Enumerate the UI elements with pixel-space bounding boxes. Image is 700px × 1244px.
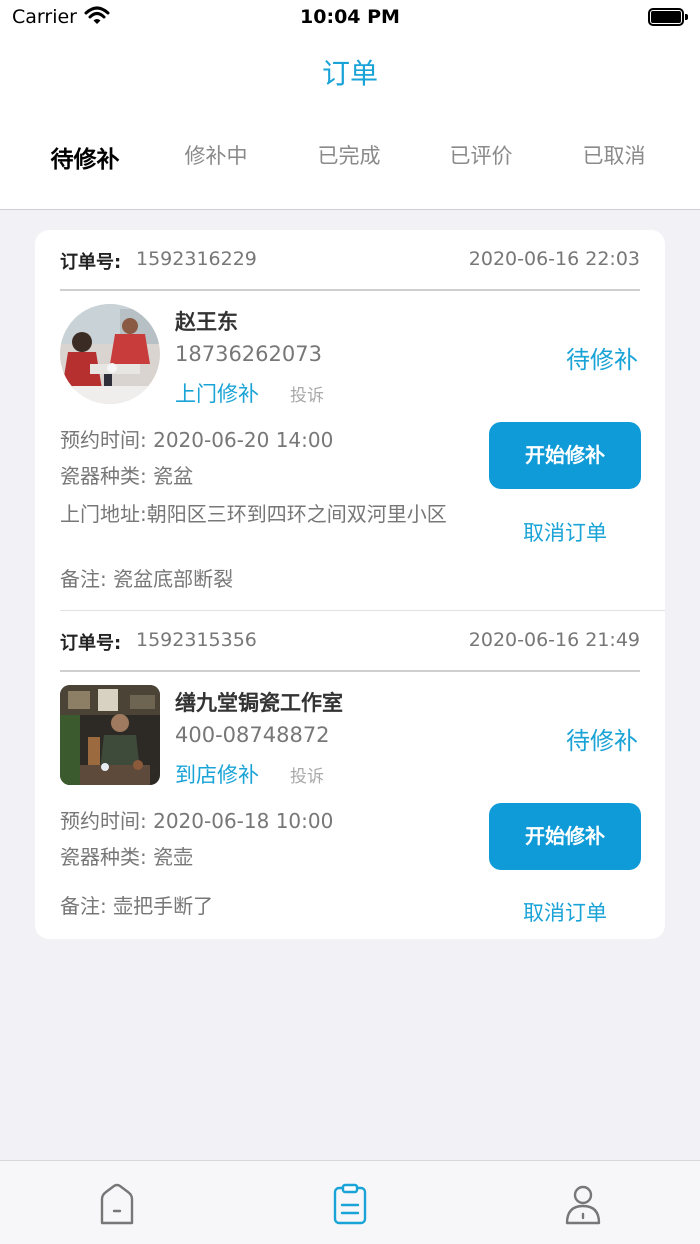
customer-name: 赵王东 [175, 310, 238, 334]
order-no: 1592315356 [136, 629, 257, 651]
appointment-value: 2020-06-20 14:00 [153, 428, 334, 452]
home-icon[interactable] [97, 1183, 137, 1225]
status-bar: Carrier 10:04 PM [0, 0, 700, 36]
shop-name: 缮九堂锔瓷工作室 [175, 691, 343, 715]
appointment-label: 预约时间: [60, 809, 147, 833]
cancel-order-button[interactable]: 取消订单 [489, 897, 641, 927]
order-list-card: 订单号: 1592316229 2020-06-16 22:03 赵王东 187… [35, 230, 665, 939]
tab-reviewed[interactable]: 已评价 [421, 140, 541, 170]
note-row: 备注: 瓷盆底部断裂 [60, 563, 233, 592]
porcelain-type-row: 瓷器种类: 瓷壶 [60, 841, 193, 870]
battery-icon [648, 8, 688, 26]
customer-phone[interactable]: 18736262073 [175, 342, 322, 366]
note-label: 备注: [60, 567, 107, 591]
order-item: 订单号: 1592316229 2020-06-16 22:03 赵王东 187… [35, 230, 665, 610]
order-status: 待修补 [566, 727, 638, 755]
service-type: 上门修补 [175, 382, 259, 406]
start-repair-button[interactable]: 开始修补 [489, 803, 641, 870]
complain-link[interactable]: 投诉 [290, 762, 324, 787]
order-item: 订单号: 1592315356 2020-06-16 21:49 缮九堂锔瓷工作… [35, 611, 665, 939]
shop-avatar [60, 685, 160, 785]
order-created-time: 2020-06-16 21:49 [468, 629, 640, 651]
divider [60, 289, 640, 291]
tab-cancelled[interactable]: 已取消 [554, 140, 674, 170]
order-header: 订单号: 1592316229 2020-06-16 22:03 [60, 248, 640, 278]
order-header: 订单号: 1592315356 2020-06-16 21:49 [60, 629, 640, 659]
order-no-label: 订单号: [60, 633, 122, 654]
address-label: 上门地址: [60, 502, 147, 526]
appointment-label: 预约时间: [60, 428, 147, 452]
orders-icon[interactable] [330, 1183, 370, 1225]
top-header: Carrier 10:04 PM 订单 待修补 修补中 已完成 已评价 已取消 [0, 0, 700, 210]
porcelain-type-value: 瓷盆 [153, 464, 194, 488]
address-value: 朝阳区三环到四环之间双河里小区 [146, 502, 447, 526]
order-status: 待修补 [566, 346, 638, 374]
appointment-row: 预约时间: 2020-06-18 10:00 [60, 805, 333, 834]
customer-avatar [60, 304, 160, 404]
tab-completed[interactable]: 已完成 [289, 140, 409, 170]
note-value: 瓷盆底部断裂 [113, 567, 234, 591]
order-no: 1592316229 [136, 248, 257, 270]
order-no-label: 订单号: [60, 252, 122, 273]
porcelain-type-row: 瓷器种类: 瓷盆 [60, 460, 193, 489]
appointment-value: 2020-06-18 10:00 [153, 809, 334, 833]
bottom-tab-bar [0, 1160, 700, 1244]
complain-link[interactable]: 投诉 [290, 381, 324, 406]
divider [60, 670, 640, 672]
shop-phone[interactable]: 400-08748872 [175, 723, 330, 747]
page-title: 订单 [321, 57, 378, 90]
profile-icon[interactable] [563, 1183, 603, 1225]
cancel-order-button[interactable]: 取消订单 [489, 517, 641, 547]
order-tabs: 待修补 修补中 已完成 已评价 已取消 [0, 140, 700, 180]
appointment-row: 预约时间: 2020-06-20 14:00 [60, 424, 333, 453]
note-value: 壶把手断了 [113, 894, 214, 918]
order-created-time: 2020-06-16 22:03 [468, 248, 640, 270]
porcelain-type-value: 瓷壶 [153, 845, 194, 869]
note-row: 备注: 壶把手断了 [60, 890, 213, 919]
service-type: 到店修补 [175, 763, 259, 787]
address-row: 上门地址:朝阳区三环到四环之间双河里小区 [60, 502, 460, 526]
clock: 10:04 PM [300, 6, 400, 28]
start-repair-button[interactable]: 开始修补 [489, 422, 641, 489]
tab-pending[interactable]: 待修补 [25, 140, 145, 174]
tab-repairing[interactable]: 修补中 [156, 140, 276, 170]
note-label: 备注: [60, 894, 107, 918]
porcelain-type-label: 瓷器种类: [60, 845, 147, 869]
porcelain-type-label: 瓷器种类: [60, 464, 147, 488]
